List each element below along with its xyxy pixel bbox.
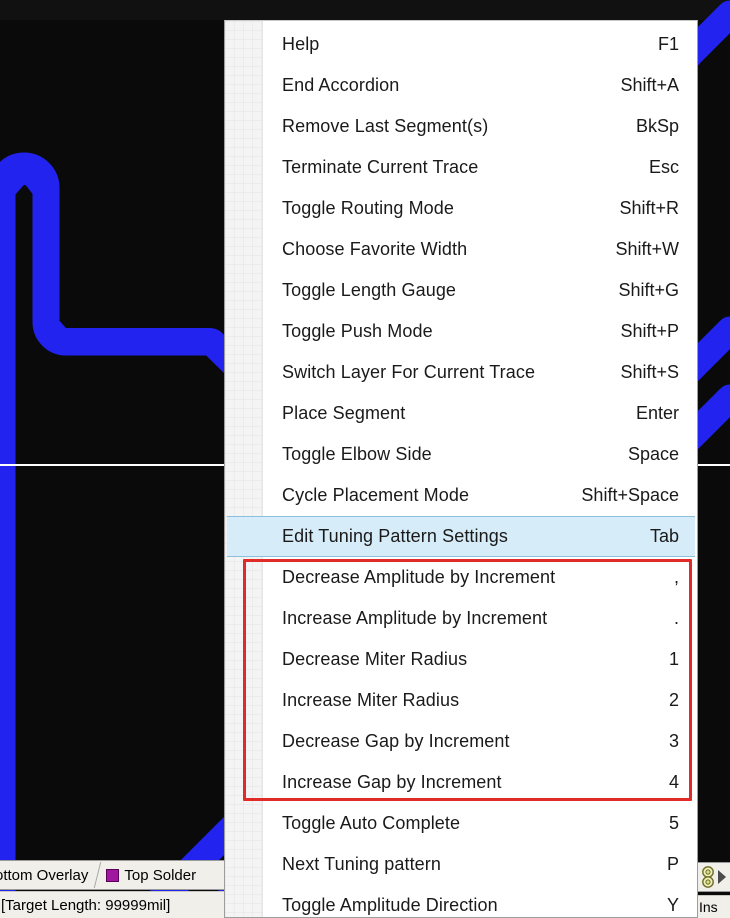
menu-item[interactable]: Switch Layer For Current Trace Shift+S <box>225 352 697 393</box>
menu-item-shortcut: Tab <box>649 526 679 546</box>
mode-button[interactable] <box>696 862 730 892</box>
menu-item-label: Decrease Amplitude by Increment <box>282 567 556 587</box>
menu-item[interactable]: Toggle Elbow Side Space <box>225 434 697 475</box>
placement-mode-widget[interactable]: Ins <box>696 862 730 918</box>
layer-tab-top-solder[interactable]: Top Solder <box>103 867 199 884</box>
menu-item[interactable]: Place Segment Enter <box>225 393 697 434</box>
menu-item[interactable]: Increase Gap by Increment 4 <box>225 762 697 803</box>
menu-item-label: Decrease Gap by Increment <box>282 731 510 751</box>
layer-tab-bottom-overlay[interactable]: ottom Overlay <box>0 867 91 884</box>
menu-item[interactable]: Terminate Current Trace Esc <box>225 147 697 188</box>
layer-color-swatch <box>106 868 120 882</box>
menu-item-label: Terminate Current Trace <box>282 157 479 177</box>
menu-item-shortcut: 2 <box>668 690 679 710</box>
menu-item-shortcut: 4 <box>668 772 679 792</box>
menu-item-label: Toggle Elbow Side <box>282 444 432 464</box>
menu-item[interactable]: End Accordion Shift+A <box>225 65 697 106</box>
menu-item-shortcut: . <box>673 608 679 628</box>
menu-item-label: Toggle Routing Mode <box>282 198 455 218</box>
menu-item-selected[interactable]: Edit Tuning Pattern Settings Tab <box>227 516 695 557</box>
menu-item-shortcut: Space <box>627 444 679 464</box>
menu-item[interactable]: Toggle Routing Mode Shift+R <box>225 188 697 229</box>
menu-item[interactable]: Increase Miter Radius 2 <box>225 680 697 721</box>
menu-item-label: Place Segment <box>282 403 406 423</box>
menu-item-shortcut: 5 <box>668 813 679 833</box>
menu-item-label: Edit Tuning Pattern Settings <box>282 526 508 546</box>
menu-item-label: Remove Last Segment(s) <box>282 116 489 136</box>
menu-item[interactable]: Decrease Miter Radius 1 <box>225 639 697 680</box>
menu-item-label: Toggle Push Mode <box>282 321 433 341</box>
menu-item-shortcut: P <box>666 854 679 874</box>
menu-item-shortcut: 1 <box>668 649 679 669</box>
menu-item-label: Help <box>282 34 320 54</box>
menu-item[interactable]: Decrease Amplitude by Increment, <box>225 557 697 598</box>
menu-item-label: Increase Amplitude by Increment <box>282 608 548 628</box>
menu-item-shortcut: , <box>673 567 679 587</box>
menu-item-label: Decrease Miter Radius <box>282 649 468 669</box>
menu-item-label: Increase Miter Radius <box>282 690 460 710</box>
menu-item[interactable]: Decrease Gap by Increment 3 <box>225 721 697 762</box>
menu-item-shortcut: Shift+A <box>620 75 679 95</box>
menu-item-label: Increase Gap by Increment <box>282 772 502 792</box>
menu-item[interactable]: Remove Last Segment(s) BkSp <box>225 106 697 147</box>
menu-item-label: Choose Favorite Width <box>282 239 468 259</box>
menu-item[interactable]: Toggle Length Gauge Shift+G <box>225 270 697 311</box>
menu-item[interactable]: Cycle Placement Mode Shift+Space <box>225 475 697 516</box>
menu-item[interactable]: Toggle Amplitude Direction Y <box>225 885 697 917</box>
menu-item-label: Switch Layer For Current Trace <box>282 362 536 382</box>
menu-item-label: Next Tuning pattern <box>282 854 441 874</box>
layer-status-bar: ottom Overlay Top Solder [Target Length:… <box>0 860 224 918</box>
menu-item-shortcut: Enter <box>635 403 679 423</box>
menu-item-label: Toggle Amplitude Direction <box>282 895 498 915</box>
menu-item-shortcut: Shift+R <box>619 198 679 218</box>
target-length-status: [Target Length: 99999mil] <box>0 891 224 918</box>
menu-item-shortcut: Shift+P <box>620 321 679 341</box>
layer-tab-divider <box>91 861 103 889</box>
menu-item-shortcut: Shift+S <box>620 362 679 382</box>
menu-item[interactable]: Choose Favorite Width Shift+W <box>225 229 697 270</box>
menu-item-label: Toggle Auto Complete <box>282 813 461 833</box>
menu-item[interactable]: Help F1 <box>225 24 697 65</box>
menu-item[interactable]: Next Tuning pattern P <box>225 844 697 885</box>
routing-shortcuts-context-menu[interactable]: Help F1 End Accordion Shift+A Remove Last Se… <box>224 20 698 918</box>
menu-item-shortcut: Shift+W <box>615 239 679 259</box>
menu-item-shortcut: Shift+Space <box>581 485 679 505</box>
layer-tab-label: ottom Overlay <box>0 866 89 884</box>
menu-item-label: Cycle Placement Mode <box>282 485 470 505</box>
menu-item-shortcut: Esc <box>648 157 679 177</box>
two-pads-arrow-icon <box>701 866 726 888</box>
mode-label: Ins <box>696 895 730 918</box>
menu-item-label: End Accordion <box>282 75 400 95</box>
menu-item-shortcut: Shift+G <box>618 280 679 300</box>
layer-tab-strip[interactable]: ottom Overlay Top Solder <box>0 860 224 890</box>
menu-item-shortcut: Y <box>666 895 679 915</box>
layer-tab-label: Top Solder <box>124 866 197 884</box>
menu-item-shortcut: F1 <box>657 34 679 54</box>
menu-item[interactable]: Toggle Push Mode Shift+P <box>225 311 697 352</box>
menu-item-shortcut: 3 <box>668 731 679 751</box>
menu-item-list: Help F1 End Accordion Shift+A Remove Last Se… <box>225 21 697 917</box>
menu-item[interactable]: Toggle Auto Complete 5 <box>225 803 697 844</box>
menu-item[interactable]: Increase Amplitude by Increment. <box>225 598 697 639</box>
menu-item-shortcut: BkSp <box>635 116 679 136</box>
menu-item-label: Toggle Length Gauge <box>282 280 457 300</box>
